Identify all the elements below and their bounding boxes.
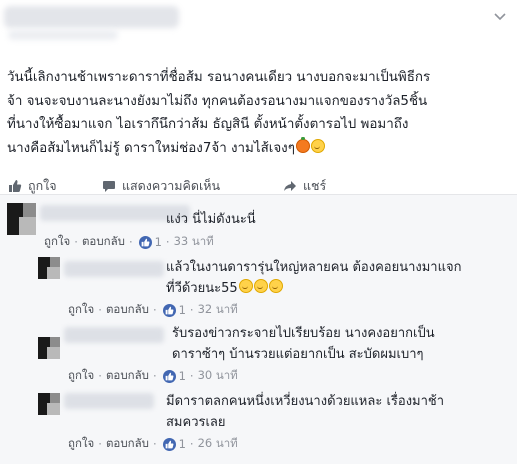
smile-emoji xyxy=(238,279,253,293)
comment-meta: ถูกใจ · ตอบกลับ · 1 · 30 นาที xyxy=(68,367,238,385)
tangerine-emoji xyxy=(295,136,310,153)
smile-emoji xyxy=(310,138,325,153)
avatar[interactable] xyxy=(38,393,60,415)
post-body: วันนี้เลิกงานช้าเพราะดาราที่ชื่อส้ม รอนา… xyxy=(7,70,431,156)
commenter-name-blurred[interactable] xyxy=(64,261,164,277)
comment-reply-link[interactable]: ตอบกลับ xyxy=(106,367,149,385)
comment-text: มีดาราตลกคนหนึ่งเหวี่ยงนางด้วยแหละ เรื่อ… xyxy=(166,394,445,430)
share-label: แชร์ xyxy=(303,178,327,193)
comment-like-link[interactable]: ถูกใจ xyxy=(44,233,70,251)
timestamp[interactable]: 33 นาที xyxy=(174,233,214,251)
thumbs-up-icon[interactable] xyxy=(162,369,176,383)
chevron-down-icon[interactable] xyxy=(494,10,506,24)
share-button[interactable]: แชร์ xyxy=(283,176,326,196)
comment-like-link[interactable]: ถูกใจ xyxy=(68,435,94,453)
comment-meta: ถูกใจ · ตอบกลับ · 1 · 32 นาที xyxy=(68,301,238,319)
comment-label: แสดงความคิดเห็น xyxy=(122,178,221,193)
comment-reply-link[interactable]: ตอบกลับ xyxy=(82,233,125,251)
thumbs-up-icon[interactable] xyxy=(162,437,176,451)
smile-emoji xyxy=(253,279,268,293)
avatar[interactable] xyxy=(38,257,60,279)
comment-like-link[interactable]: ถูกใจ xyxy=(68,301,94,319)
like-count: 1 xyxy=(154,235,162,249)
comment-button[interactable]: แสดงความคิดเห็น xyxy=(102,176,220,196)
comment-text: แง่ว นี่ไม่ดังนะนี่ xyxy=(166,212,256,227)
avatar[interactable] xyxy=(7,203,36,235)
comment-text: รับรองข่าวกระจายไปเรียบร้อย นางคงอยากเป็… xyxy=(172,326,435,362)
comment-text: แล้วในงานดารารุ่นใหญ่หลายคน ต้องคอยนางมา… xyxy=(166,260,462,296)
timestamp[interactable]: 26 นาที xyxy=(198,435,238,453)
author-name-blurred[interactable] xyxy=(4,6,179,28)
post-actions: ถูกใจ แสดงความคิดเห็น แชร์ xyxy=(0,172,517,194)
share-icon xyxy=(284,181,296,191)
like-count: 1 xyxy=(178,437,186,451)
thumbs-up-icon xyxy=(9,180,22,192)
like-label: ถูกใจ xyxy=(28,178,57,193)
avatar[interactable] xyxy=(38,337,60,359)
comment-reply-link[interactable]: ตอบกลับ xyxy=(106,435,149,453)
timestamp[interactable]: 32 นาที xyxy=(198,301,238,319)
facebook-post: วันนี้เลิกงานช้าเพราะดาราที่ชื่อส้ม รอนา… xyxy=(0,0,517,464)
commenter-name-blurred[interactable] xyxy=(64,327,164,343)
comments-section: แง่ว นี่ไม่ดังนะนี่ ถูกใจ · ตอบกลับ · 1 · 3… xyxy=(0,194,517,464)
thumbs-up-icon[interactable] xyxy=(162,303,176,317)
timestamp[interactable]: 30 นาที xyxy=(198,367,238,385)
comment-like-link[interactable]: ถูกใจ xyxy=(68,367,94,385)
like-button[interactable]: ถูกใจ xyxy=(8,176,57,196)
comment-icon xyxy=(103,181,115,192)
commenter-name-blurred[interactable] xyxy=(64,393,154,409)
like-count: 1 xyxy=(178,369,186,383)
comment-reply-link[interactable]: ตอบกลับ xyxy=(106,301,149,319)
like-count: 1 xyxy=(178,303,186,317)
smile-emoji xyxy=(268,279,283,293)
comment-meta: ถูกใจ · ตอบกลับ · 1 · 26 นาที xyxy=(68,435,238,453)
post-meta-blurred xyxy=(8,30,118,40)
thumbs-up-icon[interactable] xyxy=(138,235,152,249)
comment-meta: ถูกใจ · ตอบกลับ · 1 · 33 นาที xyxy=(44,233,214,251)
